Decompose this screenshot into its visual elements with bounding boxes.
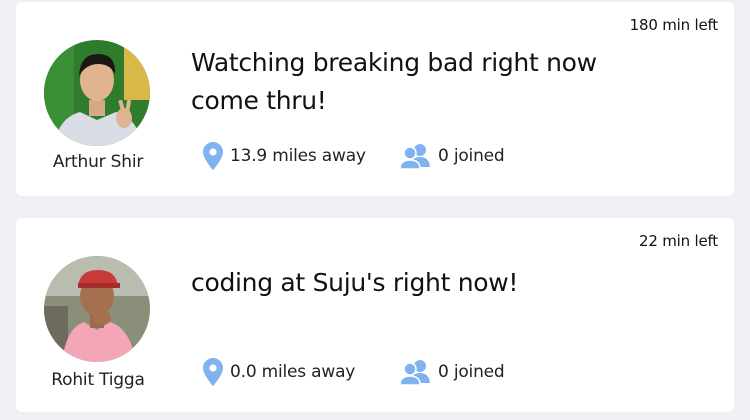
time-left-label: 180 min left <box>629 16 719 34</box>
post-card[interactable]: 180 min left Arthur Shir Watching breaki… <box>16 2 734 196</box>
distance-label: 0.0 miles away <box>230 362 356 382</box>
time-left-label: 22 min left <box>638 232 718 250</box>
post-text: coding at Suju's right now! <box>191 268 519 297</box>
people-icon <box>399 359 431 385</box>
joined-info[interactable]: 0 joined <box>399 143 505 169</box>
distance-info: 0.0 miles away <box>203 358 399 386</box>
joined-label: 0 joined <box>438 146 505 166</box>
post-card[interactable]: 22 min left Rohit Tigga coding at Suju's… <box>16 218 734 412</box>
user-name[interactable]: Rohit Tigga <box>34 370 162 390</box>
user-name[interactable]: Arthur Shir <box>34 152 162 172</box>
post-text: Watching breaking bad right now come thr… <box>191 48 597 115</box>
distance-label: 13.9 miles away <box>230 146 366 166</box>
avatar[interactable] <box>44 256 150 362</box>
post-meta: 0.0 miles away 0 joined <box>203 358 505 386</box>
people-icon <box>399 143 431 169</box>
distance-info: 13.9 miles away <box>203 142 399 170</box>
joined-label: 0 joined <box>438 362 505 382</box>
avatar[interactable] <box>44 40 150 146</box>
post-meta: 13.9 miles away 0 joined <box>203 142 505 170</box>
location-pin-icon <box>203 358 223 386</box>
location-pin-icon <box>203 142 223 170</box>
joined-info[interactable]: 0 joined <box>399 359 505 385</box>
